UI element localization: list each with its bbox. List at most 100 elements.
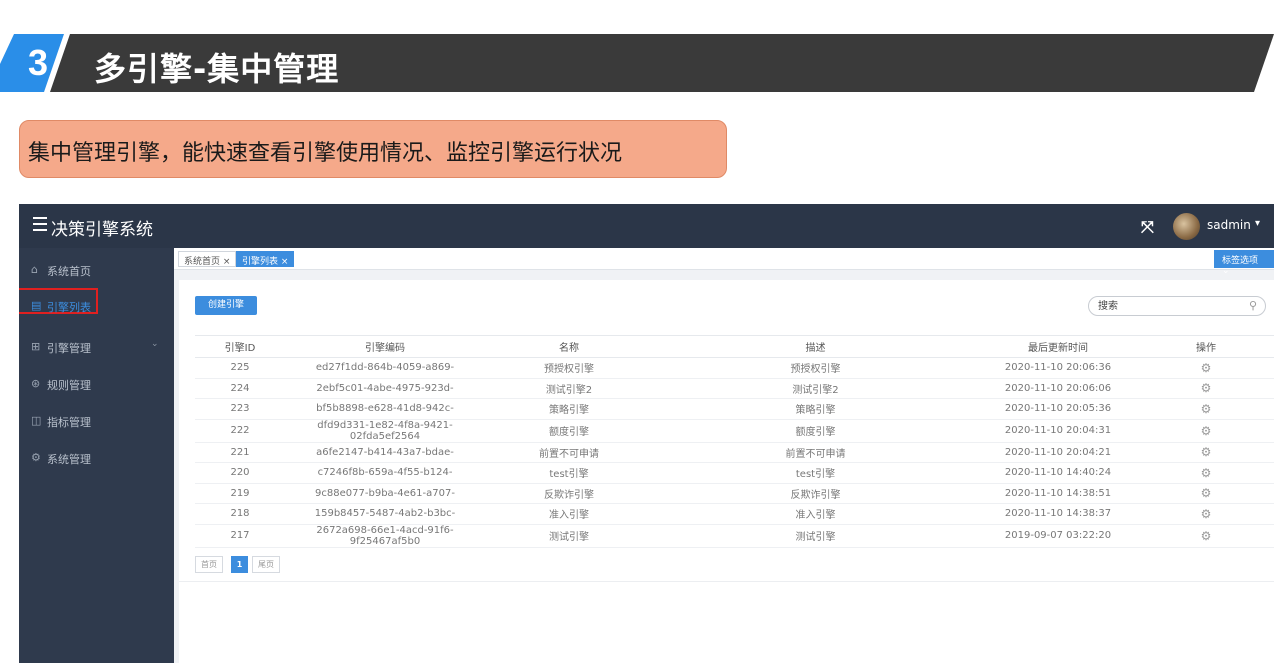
table-cell: 225 [195, 357, 285, 379]
table-cell: 2020-11-10 20:04:21 [978, 442, 1138, 463]
column-header: 描述 [653, 335, 978, 358]
table-cell: ed27f1dd-864b-4059-a869- [285, 357, 485, 379]
table-cell: ⚙ [1138, 524, 1274, 548]
slide-title: 多引擎-集中管理 [94, 50, 340, 88]
chevron-down-icon[interactable]: ▾ [1255, 218, 1260, 229]
table-cell: ⚙ [1138, 357, 1274, 379]
table-cell: 预授权引擎 [653, 357, 978, 379]
table-cell: 222 [195, 419, 285, 443]
table-cell: 217 [195, 524, 285, 548]
username[interactable]: sadmin [1207, 218, 1251, 232]
table-cell: 测试引擎 [653, 524, 978, 548]
table-row: 219 9c88e077-b9ba-4e61-a707- 反欺诈引擎 反欺诈引擎 202… [195, 483, 1274, 504]
gear-icon[interactable]: ⚙ [1201, 529, 1212, 543]
table-row: 223 bf5b8898-e628-41d8-942c- 策略引擎 策略引擎 2020-… [195, 398, 1274, 420]
callout-box: 集中管理引擎，能快速查看引擎使用情况、监控引擎运行状况 [19, 120, 727, 178]
table-cell: ⚙ [1138, 378, 1274, 399]
table-cell: test引擎 [485, 462, 653, 484]
gear-icon[interactable]: ⚙ [1201, 424, 1212, 438]
engine-table: 引擎ID 引擎编码 名称 描述 最后更新时间 操作 225 ed27f1dd-86… [195, 335, 1274, 548]
table-cell: 2020-11-10 20:05:36 [978, 398, 1138, 420]
column-header: 操作 [1138, 335, 1274, 358]
table-cell: 159b8457-5487-4ab2-b3bc- [285, 503, 485, 525]
table-cell: 额度引擎 [653, 419, 978, 443]
table-cell: 预授权引擎 [485, 357, 653, 379]
table-cell: 准入引擎 [653, 503, 978, 525]
first-page-button[interactable]: 首页 [195, 556, 223, 573]
table-cell: 2020-11-10 20:04:31 [978, 419, 1138, 443]
home-icon: ⌂ [31, 263, 38, 276]
table-cell: 2020-11-10 14:38:51 [978, 483, 1138, 504]
chevron-down-icon: ⌄ [151, 339, 159, 349]
slide-banner: 3 多引擎-集中管理 [0, 34, 1274, 92]
sidebar-item-rules[interactable]: ⊛ 规则管理 [19, 366, 174, 402]
table-cell: 2020-11-10 14:38:37 [978, 503, 1138, 525]
sidebar-item-label: 指标管理 [47, 416, 91, 429]
fullscreen-icon[interactable]: ⤧ [1141, 217, 1154, 237]
gear-icon[interactable]: ⚙ [1201, 466, 1212, 480]
divider [179, 581, 1274, 582]
sidebar-item-label: 引擎管理 [47, 342, 91, 355]
sidebar-item-system[interactable]: ⚙ 系统管理 [19, 440, 174, 476]
sidebar-item-label: 系统首页 [47, 265, 91, 278]
gear-icon[interactable]: ⚙ [1201, 486, 1212, 500]
gear-icon[interactable]: ⚙ [1201, 445, 1212, 459]
table-cell: 2ebf5c01-4abe-4975-923d- [285, 378, 485, 399]
create-engine-button[interactable]: 创建引擎 [195, 296, 257, 315]
tab-engine-list[interactable]: 引擎列表 × [236, 251, 295, 267]
list-icon: ▤ [31, 299, 42, 312]
tab-home[interactable]: 系统首页 × [178, 251, 237, 267]
table-cell: ⚙ [1138, 503, 1274, 525]
table-header-row: 引擎ID 引擎编码 名称 描述 最后更新时间 操作 [195, 335, 1274, 358]
content-panel: 创建引擎 ⚲ 引擎ID 引擎编码 名称 描述 最后更新时间 操作 225ed27… [179, 280, 1274, 663]
table-row: 218 159b8457-5487-4ab2-b3bc- 准入引擎 准入引擎 2020-… [195, 503, 1274, 525]
table-cell: ⚙ [1138, 442, 1274, 463]
sidebar-item-home[interactable]: ⌂ 系统首页 [19, 252, 174, 288]
topbar: 决策引擎系统 ⤧ sadmin ▾ [19, 204, 1274, 248]
table-cell: 测试引擎2 [485, 378, 653, 399]
avatar[interactable] [1173, 213, 1200, 240]
page-button-current[interactable]: 1 [231, 556, 248, 573]
table-row: 217 2672a698-66e1-4acd-91f6-9f25467af5b0 测… [195, 524, 1274, 548]
sidebar-item-label: 引擎列表 [47, 301, 91, 314]
table-cell: 219 [195, 483, 285, 504]
last-page-button[interactable]: 尾页 [252, 556, 280, 573]
table-cell: 策略引擎 [485, 398, 653, 420]
section-number: 3 [28, 42, 49, 83]
column-header: 名称 [485, 335, 653, 358]
grid-icon: ⊞ [31, 340, 41, 353]
app-title: 决策引擎系统 [51, 220, 153, 240]
column-header: 引擎ID [195, 335, 285, 358]
search-icon[interactable]: ⚲ [1249, 299, 1257, 312]
search-input[interactable] [1088, 296, 1266, 316]
gear-icon[interactable]: ⚙ [1201, 381, 1212, 395]
rules-icon: ⊛ [31, 377, 41, 390]
column-header: 引擎编码 [285, 335, 485, 358]
gear-icon[interactable]: ⚙ [1201, 507, 1212, 521]
tab-options-button[interactable]: 标签选项 ⌄ [1214, 250, 1274, 276]
table-cell: ⚙ [1138, 398, 1274, 420]
table-cell: 2020-11-10 20:06:06 [978, 378, 1138, 399]
hamburger-menu-icon[interactable] [33, 217, 47, 235]
metrics-icon: ◫ [31, 414, 42, 427]
table-cell: 前置不可申请 [485, 442, 653, 463]
table-cell: ⚙ [1138, 419, 1274, 443]
gear-icon[interactable]: ⚙ [1201, 402, 1212, 416]
sidebar-item-engine-management[interactable]: ⊞ 引擎管理 ⌄ [19, 329, 174, 365]
table-cell: 224 [195, 378, 285, 399]
sidebar-item-engine-list[interactable]: ▤ 引擎列表 [19, 288, 174, 324]
table-cell: 2020-11-10 20:06:36 [978, 357, 1138, 379]
table-cell: ⚙ [1138, 483, 1274, 504]
table-cell: ⚙ [1138, 462, 1274, 484]
table-cell: 2019-09-07 03:22:20 [978, 524, 1138, 548]
table-cell: dfd9d331-1e82-4f8a-9421-02fda5ef2564 [285, 419, 485, 443]
table-cell: test引擎 [653, 462, 978, 484]
table-cell: 反欺诈引擎 [485, 483, 653, 504]
column-header: 最后更新时间 [978, 335, 1138, 358]
sidebar-item-metrics[interactable]: ◫ 指标管理 [19, 403, 174, 439]
table-row: 221 a6fe2147-b414-43a7-bdae- 前置不可申请 前置不可申请 2… [195, 442, 1274, 463]
table-cell: c7246f8b-659a-4f55-b124- [285, 462, 485, 484]
table-cell: 2020-11-10 14:40:24 [978, 462, 1138, 484]
table-row: 222 dfd9d331-1e82-4f8a-9421-02fda5ef2564 额… [195, 419, 1274, 443]
gear-icon[interactable]: ⚙ [1201, 361, 1212, 375]
